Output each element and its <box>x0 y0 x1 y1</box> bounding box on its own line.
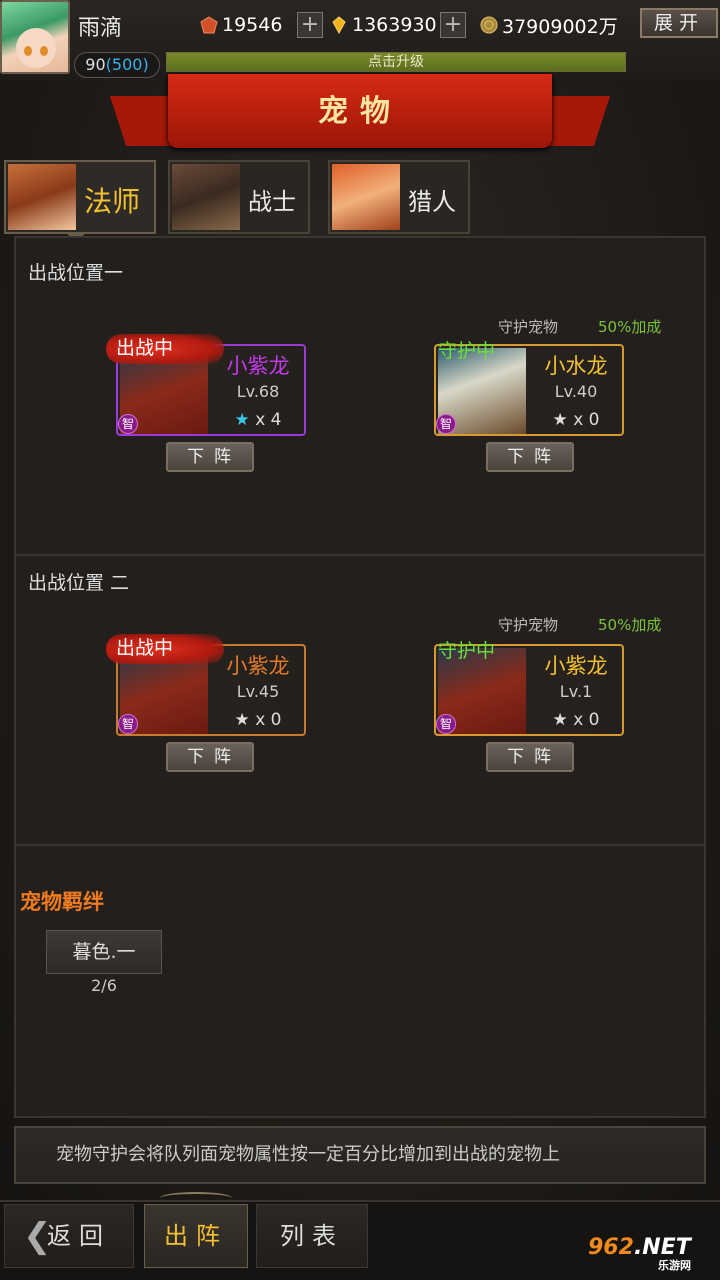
red-gem-icon <box>200 16 218 34</box>
level-extra: (500) <box>105 55 149 74</box>
pet-name: 小紫龙 <box>544 654 608 678</box>
diamond-value: 1363930 <box>352 14 437 36</box>
tab-deploy[interactable]: 出阵 <box>144 1204 248 1268</box>
pet-level: Lv.1 <box>559 682 593 701</box>
bonus-label: 50%加成 <box>598 616 662 634</box>
pet-stars: ★ x 0 <box>530 410 622 430</box>
guard-pet-header: 守护宠物 <box>498 616 559 634</box>
pet-level: Lv.68 <box>236 382 280 401</box>
bond-progress: 2/6 <box>91 976 117 995</box>
star-count: x 0 <box>573 710 600 730</box>
star-icon: ★ <box>234 710 250 730</box>
hunter-portrait <box>332 164 400 230</box>
pet-level: Lv.40 <box>554 382 598 401</box>
tab-warrior[interactable]: 战士 <box>168 160 310 234</box>
player-name: 雨滴 <box>78 16 123 41</box>
level-value: 90 <box>85 55 106 74</box>
pet-bond-title: 宠物羁绊 <box>20 890 104 914</box>
diamond-icon <box>332 16 346 34</box>
watermark-prefix: 962 <box>588 1235 634 1260</box>
position-1-label: 出战位置一 <box>28 262 124 284</box>
unequip-button[interactable]: 下阵 <box>166 742 254 772</box>
pet-name: 小紫龙 <box>226 654 290 678</box>
tab-hunter-label: 猎人 <box>408 188 456 216</box>
avatar-eye-left <box>24 46 32 56</box>
tab-list[interactable]: 列表 <box>256 1204 368 1268</box>
back-label: 返回 <box>47 1222 111 1250</box>
watermark-sub: 乐游网 <box>658 1259 691 1272</box>
mage-portrait <box>8 164 76 230</box>
site-watermark: 962.NET 乐游网 <box>588 1226 714 1272</box>
unequip-button[interactable]: 下阵 <box>486 442 574 472</box>
section-divider <box>16 554 704 556</box>
star-icon: ★ <box>234 410 250 430</box>
tab-mage-label: 法师 <box>84 185 141 218</box>
wisdom-badge: 智 <box>118 714 138 734</box>
active-nav-indicator <box>160 1192 232 1204</box>
add-diamond-button[interactable]: + <box>440 12 466 38</box>
chevron-left-icon: ❮ <box>23 1216 52 1256</box>
back-button[interactable]: ❮ 返回 <box>4 1204 134 1268</box>
pet-level: Lv.45 <box>236 682 280 701</box>
section-divider <box>16 844 704 846</box>
tab-mage[interactable]: 法师 <box>4 160 156 234</box>
avatar-face <box>16 28 56 68</box>
fighting-tag: 出战中 <box>106 334 224 364</box>
guarding-tag: 守护中 <box>438 640 496 662</box>
red-gem-value: 19546 <box>222 14 283 36</box>
star-count: x 0 <box>573 410 600 430</box>
player-level: 90(500) <box>74 52 160 78</box>
gold-coin-icon <box>480 16 498 34</box>
player-avatar[interactable] <box>0 0 70 74</box>
pet-stars: ★ x 0 <box>212 710 304 730</box>
wisdom-badge: 智 <box>118 414 138 434</box>
red-gem-counter: 19546 <box>200 10 282 40</box>
tab-warrior-label: 战士 <box>248 188 296 216</box>
guard-pet-header: 守护宠物 <box>498 318 559 336</box>
star-count: x 4 <box>255 410 282 430</box>
wisdom-badge: 智 <box>436 414 456 434</box>
avatar-eye-right <box>40 46 48 56</box>
xp-upgrade-bar[interactable]: 点击升级 <box>166 52 626 72</box>
star-icon: ★ <box>552 410 568 430</box>
pet-name: 小水龙 <box>544 354 608 378</box>
pet-stars: ★ x 0 <box>530 710 622 730</box>
pet-name: 小紫龙 <box>226 354 290 378</box>
warrior-portrait <box>172 164 240 230</box>
unequip-button[interactable]: 下阵 <box>166 442 254 472</box>
pet-stars: ★ x 4 <box>212 410 304 430</box>
wisdom-badge: 智 <box>436 714 456 734</box>
expand-button[interactable]: 展开 <box>640 8 718 38</box>
gold-value: 37909002万 <box>502 15 618 38</box>
guarding-tag: 守护中 <box>438 340 496 362</box>
gold-counter: 37909002万 <box>480 10 618 40</box>
star-count: x 0 <box>255 710 282 730</box>
diamond-counter: 1363930 <box>330 10 437 40</box>
add-red-gem-button[interactable]: + <box>297 12 323 38</box>
position-2-label: 出战位置 二 <box>28 572 130 594</box>
info-tip: 宠物守护会将队列面宠物属性按一定百分比增加到出战的宠物上 <box>14 1126 706 1184</box>
star-icon: ★ <box>552 710 568 730</box>
unequip-button[interactable]: 下阵 <box>486 742 574 772</box>
fighting-tag: 出战中 <box>106 634 224 664</box>
bonus-label: 50%加成 <box>598 318 662 336</box>
page-title: 宠物 <box>318 94 402 129</box>
bond-item-button[interactable]: 暮色.一 <box>46 930 162 974</box>
tab-hunter[interactable]: 猎人 <box>328 160 470 234</box>
